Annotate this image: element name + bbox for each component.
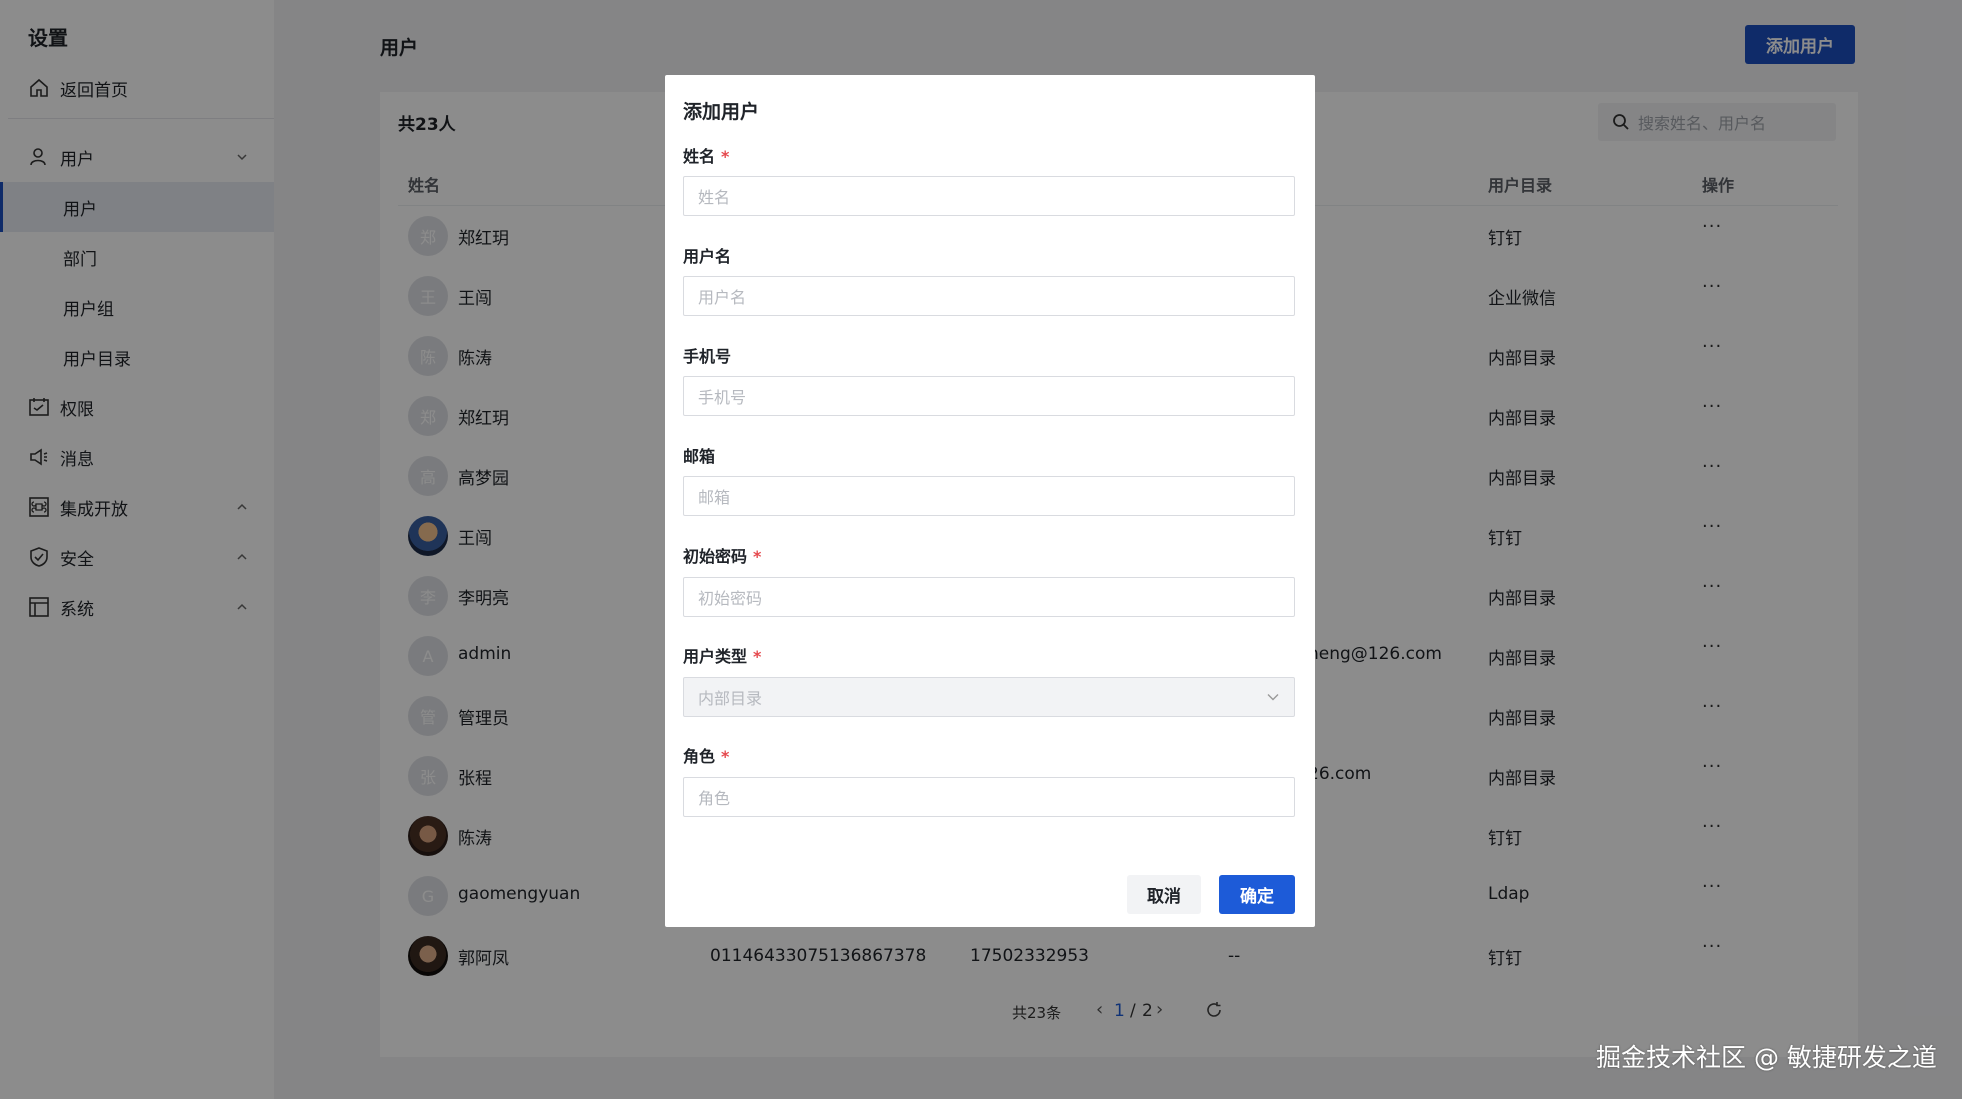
name-input[interactable]: 姓名 <box>683 176 1295 216</box>
username-input[interactable]: 用户名 <box>683 276 1295 316</box>
field-label-name: 姓名 * <box>683 147 730 166</box>
initial-password-input[interactable]: 初始密码 <box>683 577 1295 617</box>
field-label-phone: 手机号 <box>683 347 732 366</box>
user-type-select[interactable]: 内部目录 <box>683 677 1295 717</box>
field-label-email: 邮箱 <box>683 447 716 466</box>
field-label-username: 用户名 <box>683 247 732 266</box>
field-label-user-type: 用户类型 * <box>683 647 762 666</box>
cancel-button[interactable]: 取消 <box>1127 875 1201 914</box>
field-label-initial-password: 初始密码 * <box>683 547 762 566</box>
role-input[interactable]: 角色 <box>683 777 1295 817</box>
chevron-down-icon <box>1267 694 1279 701</box>
email-input[interactable]: 邮箱 <box>683 476 1295 516</box>
dialog-title: 添加用户 <box>683 101 760 123</box>
confirm-button[interactable]: 确定 <box>1219 875 1295 914</box>
add-user-dialog: 添加用户 姓名 * 姓名 用户名 用户名 手机号 手机号 邮箱 邮箱 初始密码 * … <box>665 75 1315 927</box>
watermark: 掘金技术社区 @ 敏捷研发之道 <box>1596 1043 1937 1072</box>
field-label-role: 角色 * <box>683 747 730 766</box>
phone-input[interactable]: 手机号 <box>683 376 1295 416</box>
